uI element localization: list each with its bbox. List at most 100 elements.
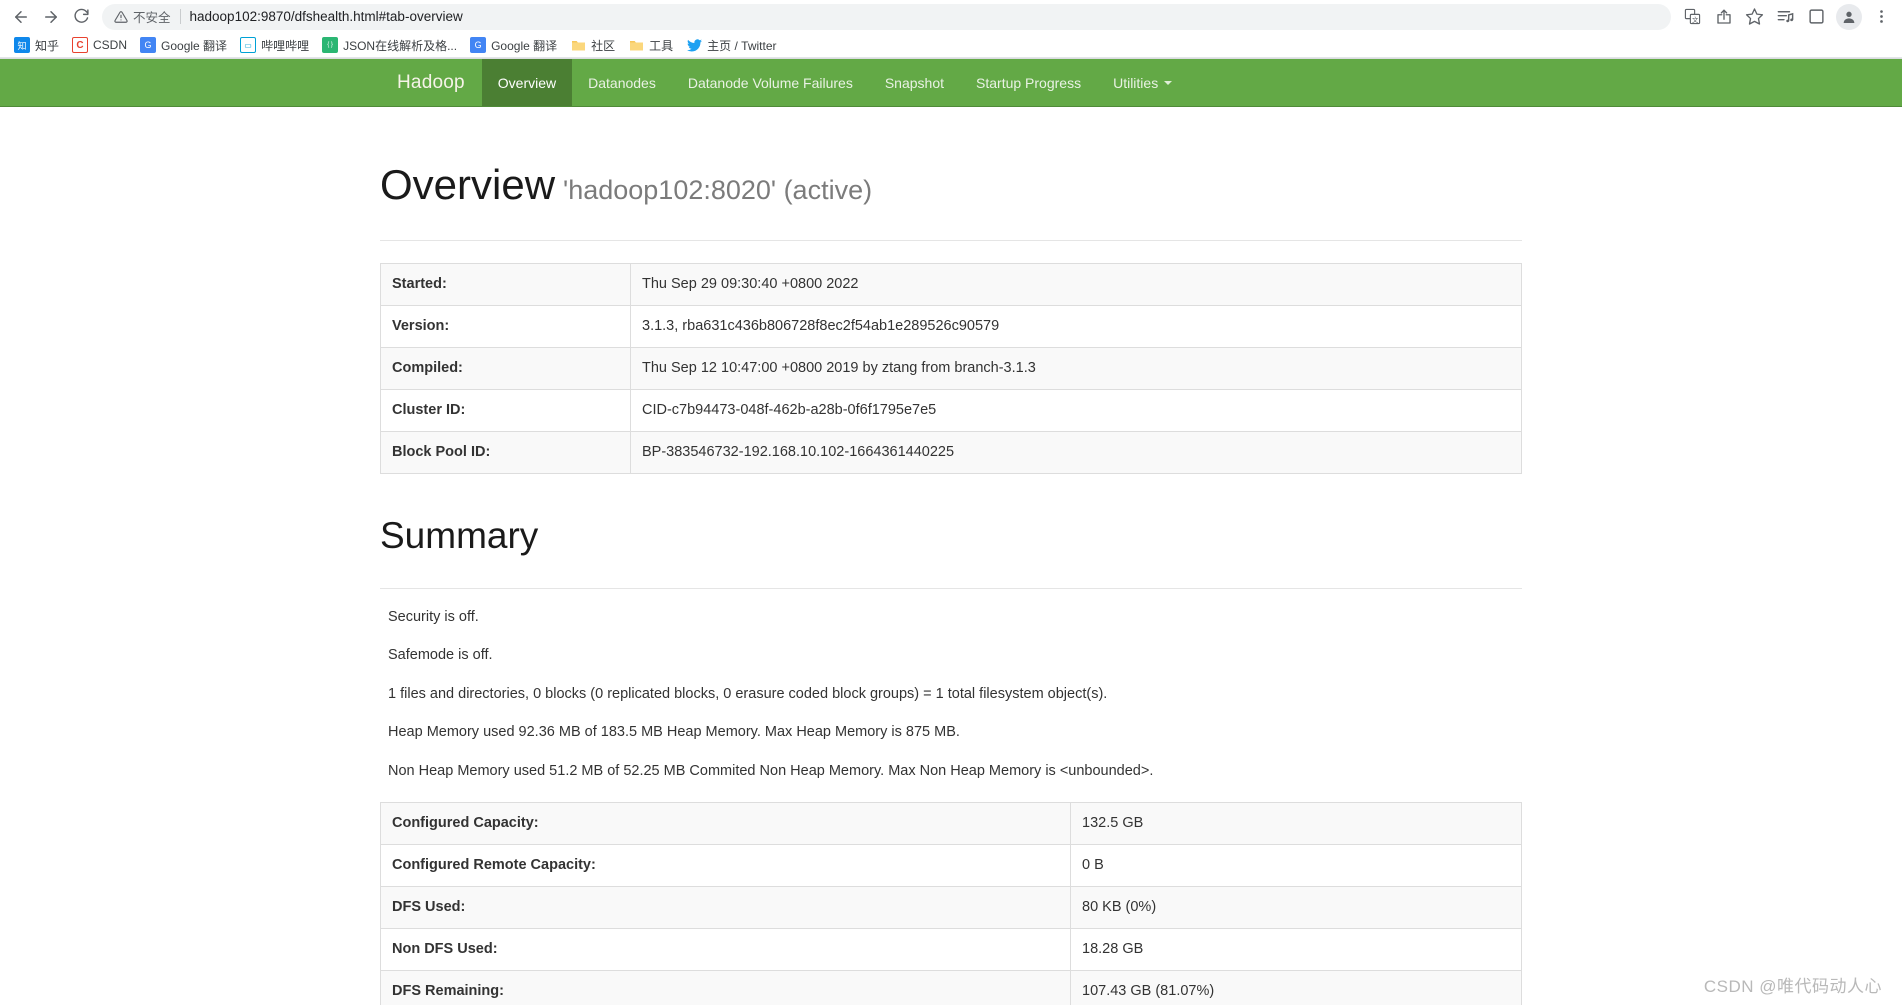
table-row: Compiled: Thu Sep 12 10:47:00 +0800 2019…: [380, 347, 1522, 390]
csdn-icon: C: [72, 37, 89, 53]
bookmark-star-icon[interactable]: [1740, 3, 1769, 31]
row-value: 18.28 GB: [1070, 927, 1522, 971]
row-value: CID-c7b94473-048f-462b-a28b-0f6f1795e7e5: [630, 389, 1522, 432]
page-title-subtitle: 'hadoop102:8020' (active): [563, 175, 873, 205]
forward-icon[interactable]: [36, 3, 66, 31]
google-translate-icon: G: [140, 37, 157, 53]
tab-label: Startup Progress: [976, 74, 1082, 91]
bookmark-item[interactable]: 主页 / Twitter: [680, 35, 782, 56]
summary-title: Summary: [380, 515, 539, 557]
table-row: Started: Thu Sep 29 09:30:40 +0800 2022: [380, 263, 1522, 306]
overview-table: Started: Thu Sep 29 09:30:40 +0800 2022 …: [380, 263, 1522, 475]
page-title: Overview'hadoop102:8020' (active): [380, 161, 1522, 218]
table-row: Block Pool ID: BP-383546732-192.168.10.1…: [380, 431, 1522, 474]
table-row: DFS Used: 80 KB (0%): [380, 885, 1522, 929]
bookmark-item[interactable]: ▭ 哔哩哔哩: [234, 35, 315, 56]
tab-startup-progress[interactable]: Startup Progress: [960, 59, 1097, 106]
bookmark-item[interactable]: C CSDN: [66, 35, 133, 56]
bookmark-label: 知乎: [35, 38, 60, 53]
google-translate-icon: G: [470, 37, 487, 53]
profile-avatar[interactable]: [1836, 3, 1862, 30]
bookmark-item[interactable]: 社区: [564, 35, 621, 56]
bookmark-item[interactable]: 工具: [622, 35, 679, 56]
address-bar[interactable]: 不安全 hadoop102:9870/dfshealth.html#tab-ov…: [102, 3, 1671, 30]
bookmark-item[interactable]: G Google 翻译: [134, 35, 233, 56]
tab-label: Datanode Volume Failures: [687, 74, 853, 91]
url-text[interactable]: hadoop102:9870/dfshealth.html#tab-overvi…: [190, 9, 463, 24]
tab-label: Utilities: [1113, 74, 1159, 91]
table-row: Non DFS Used: 18.28 GB: [380, 927, 1522, 971]
summary-line: Safemode is off.: [388, 647, 493, 664]
bookmark-label: Google 翻译: [161, 38, 228, 53]
summary-line: Heap Memory used 92.36 MB of 183.5 MB He…: [388, 724, 960, 741]
bookmark-label: 主页 / Twitter: [707, 38, 777, 53]
title-divider: [380, 240, 1522, 242]
table-row: Cluster ID: CID-c7b94473-048f-462b-a28b-…: [380, 389, 1522, 432]
tab-datanodes[interactable]: Datanodes: [572, 59, 672, 106]
omnibox-divider: [179, 9, 181, 24]
tab-snapshot[interactable]: Snapshot: [869, 59, 960, 106]
row-value: 0 B: [1070, 843, 1522, 887]
table-row: DFS Remaining: 107.43 GB (81.07%): [380, 969, 1522, 1005]
row-key: Cluster ID:: [380, 389, 631, 432]
row-key: DFS Used:: [380, 885, 1071, 929]
bookmark-item[interactable]: { } JSON在线解析及格...: [316, 35, 463, 56]
bookmark-label: CSDN: [93, 38, 128, 52]
folder-icon: [570, 37, 586, 53]
row-key: Started:: [380, 263, 631, 306]
summary-line: 1 files and directories, 0 blocks (0 rep…: [388, 685, 1108, 702]
browser-toolbar: 不安全 hadoop102:9870/dfshealth.html#tab-ov…: [0, 0, 1902, 33]
toolbar-right-icons: 文: [1678, 3, 1896, 31]
row-value: Thu Sep 29 09:30:40 +0800 2022: [630, 263, 1522, 306]
translate-icon[interactable]: 文: [1678, 3, 1707, 31]
chrome-menu-icon[interactable]: [1867, 3, 1896, 31]
row-value: 132.5 GB: [1070, 802, 1522, 845]
browser-chrome: 不安全 hadoop102:9870/dfshealth.html#tab-ov…: [0, 0, 1902, 59]
reading-list-icon[interactable]: [1771, 3, 1800, 31]
summary-line: Security is off.: [388, 608, 479, 625]
row-value: 3.1.3, rba631c436b806728f8ec2f54ab1e2895…: [630, 305, 1522, 348]
zhihu-icon: 知: [14, 37, 30, 53]
row-key: Version:: [380, 305, 631, 348]
brand-label: Hadoop: [397, 71, 465, 93]
tab-label: Overview: [497, 74, 557, 91]
table-row: Version: 3.1.3, rba631c436b806728f8ec2f5…: [380, 305, 1522, 348]
back-icon[interactable]: [6, 3, 36, 31]
tab-utilities[interactable]: Utilities: [1097, 59, 1188, 106]
security-label: 不安全: [133, 11, 171, 25]
row-value: 80 KB (0%): [1070, 885, 1522, 929]
json-icon: { }: [322, 37, 339, 53]
brand-hadoop[interactable]: Hadoop: [380, 59, 482, 106]
row-key: Non DFS Used:: [380, 927, 1071, 971]
folder-icon: [628, 37, 644, 53]
security-status[interactable]: 不安全: [114, 7, 171, 26]
row-key: DFS Remaining:: [380, 969, 1071, 1005]
summary-text-block: Security is off. Safemode is off. 1 file…: [380, 609, 1522, 780]
share-icon[interactable]: [1709, 3, 1738, 31]
tab-datanode-volume-failures[interactable]: Datanode Volume Failures: [672, 59, 869, 106]
row-key: Configured Capacity:: [380, 802, 1071, 845]
tab-overview[interactable]: Overview: [481, 59, 573, 106]
bookmark-label: 哔哩哔哩: [261, 38, 310, 53]
bookmark-item[interactable]: 知知乎: [8, 35, 65, 56]
row-value: 107.43 GB (81.07%): [1070, 969, 1522, 1005]
row-key: Compiled:: [380, 347, 631, 390]
bookmark-label: Google 翻译: [491, 38, 558, 53]
bookmark-item[interactable]: G Google 翻译: [464, 35, 563, 56]
page-content: Overview'hadoop102:8020' (active) Starte…: [0, 161, 1902, 1005]
summary-divider: [380, 587, 1522, 589]
summary-table: Configured Capacity: 132.5 GB Configured…: [380, 801, 1522, 1005]
bookmark-label: JSON在线解析及格...: [343, 38, 458, 53]
hadoop-navbar: Hadoop Overview Datanodes Datanode Volum…: [0, 59, 1902, 107]
summary-line: Non Heap Memory used 51.2 MB of 52.25 MB…: [388, 762, 1154, 779]
warning-triangle-icon: [114, 10, 128, 24]
page-title-main: Overview: [380, 161, 556, 208]
twitter-icon: [686, 37, 702, 53]
tab-label: Snapshot: [884, 74, 945, 91]
bookmark-label: 工具: [649, 38, 674, 53]
reload-icon[interactable]: [66, 3, 96, 31]
chevron-down-icon: [1164, 80, 1173, 85]
table-row: Configured Remote Capacity: 0 B: [380, 843, 1522, 887]
side-panel-icon[interactable]: [1802, 3, 1831, 31]
bookmark-label: 社区: [591, 38, 616, 53]
